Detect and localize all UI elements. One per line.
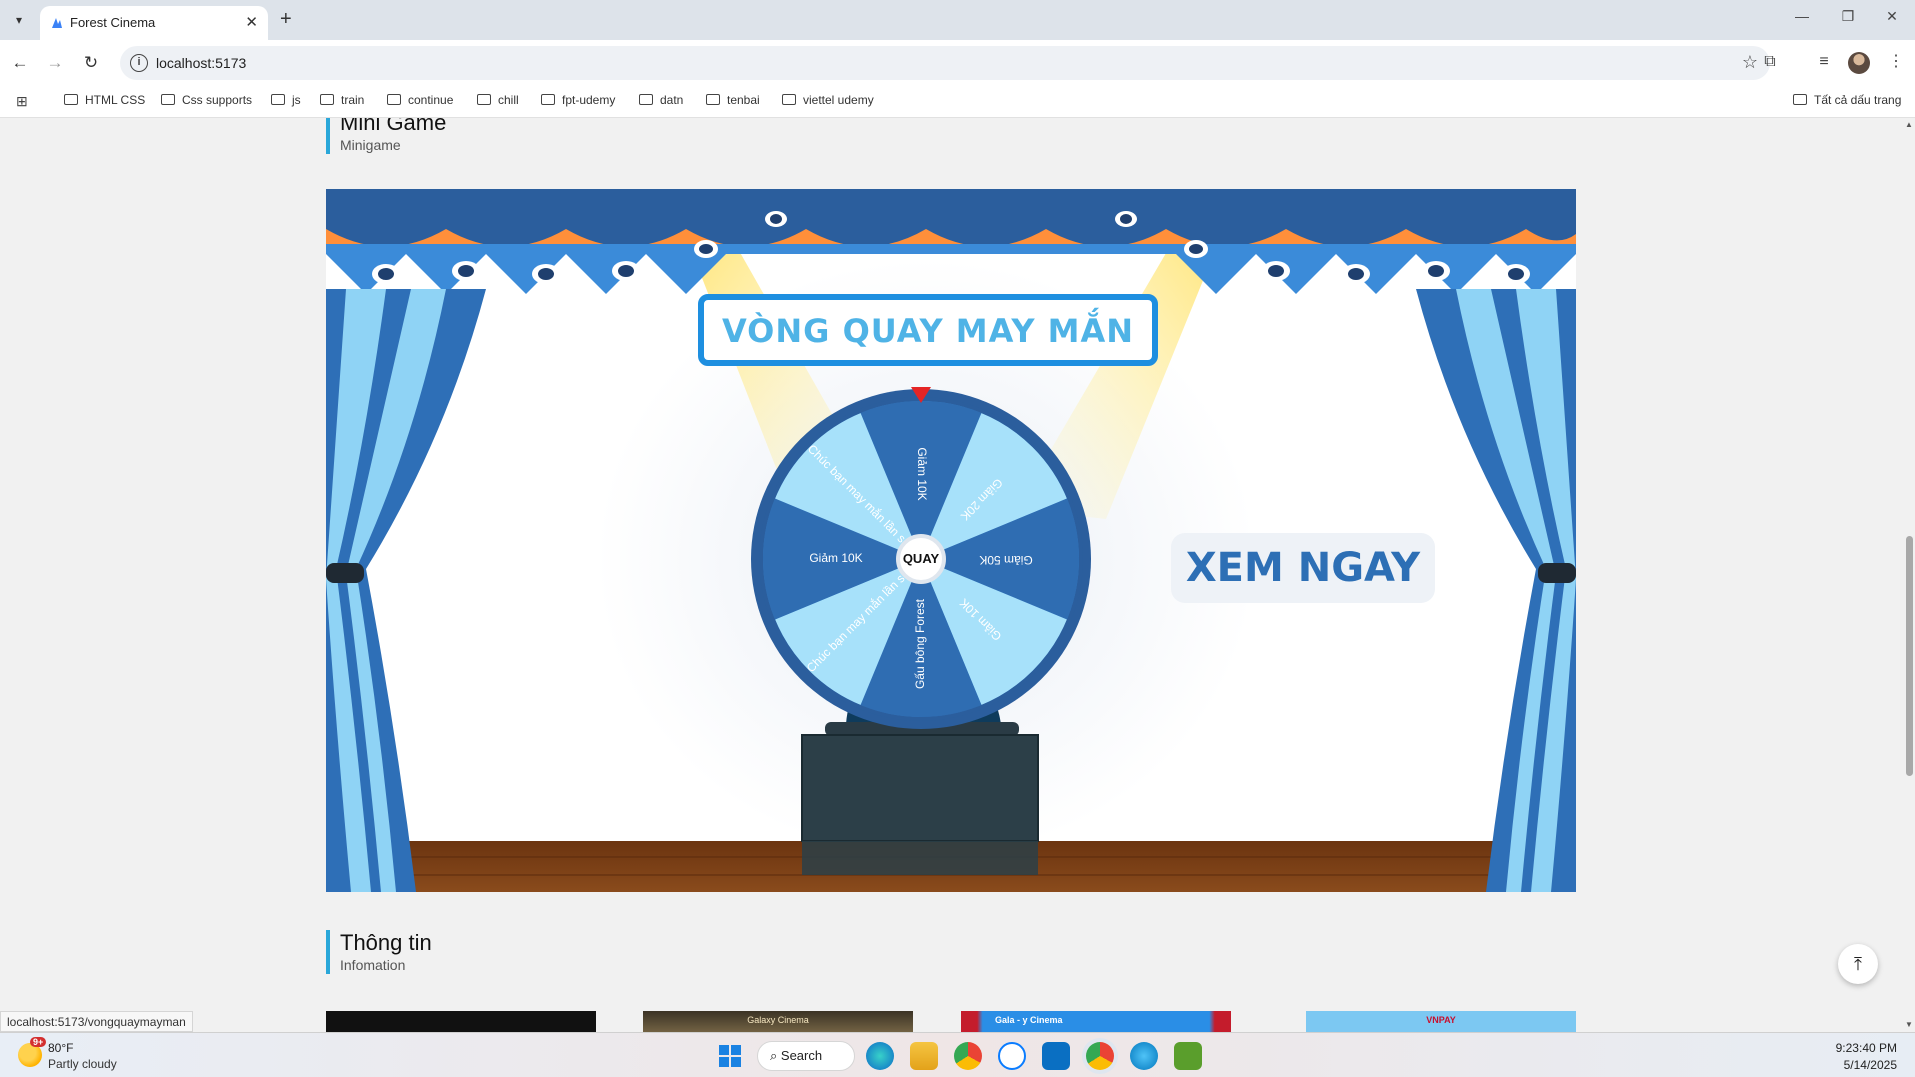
info-thumbnail[interactable]: [326, 1011, 596, 1032]
browser-toolbar: ← → ↻ i localhost:5173 ☆ ⧉ ≡ ⋮: [0, 40, 1915, 86]
weather-description[interactable]: Partly cloudy: [48, 1057, 117, 1071]
tab-strip: ▾ Forest Cinema ✕ + — ❐ ✕: [0, 0, 1915, 40]
chrome-active-icon[interactable]: [1086, 1042, 1114, 1070]
back-arrow-icon[interactable]: ←: [7, 50, 33, 76]
extensions-puzzle-icon[interactable]: ⧉: [1758, 50, 1782, 74]
restore-icon[interactable]: ❐: [1828, 8, 1868, 25]
app-icon[interactable]: [1130, 1042, 1158, 1070]
bookmark-folder[interactable]: Css supports: [161, 93, 252, 107]
wheel-heading: VÒNG QUAY MAY MẮN: [721, 312, 1135, 350]
minigame-section-header: Mini Game Minigame: [326, 118, 446, 154]
folder-icon: [639, 94, 653, 105]
lucky-wheel-banner[interactable]: Giảm 10K Giảm 20K Giảm 50K Giảm 10K Gấu bông…: [326, 189, 1576, 892]
info-thumbnail[interactable]: Galaxy Cinema: [643, 1011, 913, 1032]
wheel-segment-label: Giảm 10K: [915, 447, 929, 500]
bookmark-folder[interactable]: HTML CSS: [64, 93, 145, 107]
wheel-pedestal: [801, 734, 1039, 842]
wheel-segment-label: Giảm 50K: [979, 553, 1032, 567]
folder-icon: [477, 94, 491, 105]
bookmark-folder[interactable]: viettel udemy: [782, 93, 874, 107]
spin-button[interactable]: QUAY: [896, 534, 946, 584]
bookmark-folder[interactable]: chill: [477, 93, 519, 107]
scroll-thumb[interactable]: [1906, 536, 1913, 776]
taskbar: 9+ 80°F Partly cloudy ⌕ Search 9:23:40 P…: [0, 1032, 1915, 1077]
wheel-heading-box: VÒNG QUAY MAY MẮN: [698, 294, 1158, 366]
folder-icon: [1793, 94, 1807, 105]
folder-icon: [271, 94, 285, 105]
media-control-icon[interactable]: ≡: [1812, 50, 1836, 74]
window-close-icon[interactable]: ✕: [1872, 8, 1912, 25]
all-bookmarks[interactable]: Tất cả dấu trang: [1793, 93, 1901, 107]
weather-temperature[interactable]: 80°F: [48, 1041, 73, 1055]
forest-cinema-favicon-icon: [52, 18, 62, 28]
profile-avatar[interactable]: [1848, 52, 1870, 74]
folder-icon: [320, 94, 334, 105]
scroll-down-arrow-icon[interactable]: ▼: [1905, 1020, 1913, 1029]
section-title: Thông tin: [340, 930, 432, 955]
close-tab-icon[interactable]: ✕: [245, 13, 258, 31]
windows-start-icon[interactable]: [716, 1042, 744, 1070]
weather-notification-badge: 9+: [30, 1037, 47, 1047]
folder-icon: [64, 94, 78, 105]
new-tab-plus-icon[interactable]: +: [280, 8, 292, 31]
app-icon[interactable]: [1174, 1042, 1202, 1070]
clock-date[interactable]: 5/14/2025: [1844, 1058, 1897, 1072]
folder-icon: [387, 94, 401, 105]
vscode-icon[interactable]: [1042, 1042, 1070, 1070]
wheel-segment-label: Gấu bông Forest: [913, 598, 927, 689]
spin-label: QUAY: [902, 551, 940, 566]
xem-ngay-label: XEM NGAY: [1185, 545, 1421, 591]
tab-title: Forest Cinema: [70, 15, 156, 30]
minimize-icon[interactable]: —: [1782, 8, 1822, 24]
scroll-to-top-button[interactable]: ⤒: [1838, 944, 1878, 984]
bookmark-folder[interactable]: fpt-udemy: [541, 93, 615, 107]
bookmark-folder[interactable]: train: [320, 93, 364, 107]
section-title: Mini Game: [340, 118, 447, 135]
xem-ngay-button[interactable]: XEM NGAY: [1171, 533, 1435, 603]
zalo-icon[interactable]: [998, 1042, 1026, 1070]
forward-arrow-icon[interactable]: →: [42, 50, 68, 76]
reload-icon[interactable]: ↻: [78, 50, 104, 76]
bookmark-folder[interactable]: tenbai: [706, 93, 760, 107]
folder-icon: [706, 94, 720, 105]
folder-icon: [782, 94, 796, 105]
apps-grid-icon[interactable]: ⊞: [16, 94, 31, 109]
bookmark-star-icon[interactable]: ☆: [1742, 52, 1758, 73]
arrow-up-to-line-icon: ⤒: [1854, 954, 1862, 974]
taskbar-search[interactable]: ⌕ Search: [757, 1041, 855, 1071]
page-viewport: Mini Game Minigame Giảm 10K Giảm 20K Giả…: [0, 118, 1904, 1032]
wheel-segment-label: Giảm 10K: [809, 551, 862, 565]
chrome-icon[interactable]: [954, 1042, 982, 1070]
site-info-icon[interactable]: i: [130, 54, 148, 72]
folder-icon: [541, 94, 555, 105]
search-icon: ⌕: [770, 1048, 781, 1063]
url-text[interactable]: localhost:5173: [156, 55, 246, 71]
link-status-bubble: localhost:5173/vongquaymayman: [0, 1011, 193, 1032]
info-thumbnail[interactable]: Gala - y Cinema: [961, 1011, 1231, 1032]
edge-browser-icon[interactable]: [866, 1042, 894, 1070]
info-section-header: Thông tin Infomation: [326, 930, 432, 974]
bookmark-folder[interactable]: datn: [639, 93, 683, 107]
folder-icon: [161, 94, 175, 105]
section-subtitle: Minigame: [340, 137, 401, 153]
tab-search-chevron-icon[interactable]: ▾: [8, 9, 30, 31]
page-scrollbar[interactable]: ▲ ▼: [1904, 118, 1915, 1032]
bookmark-folder[interactable]: continue: [387, 93, 453, 107]
scroll-up-arrow-icon[interactable]: ▲: [1905, 120, 1913, 129]
browser-menu-kebab-icon[interactable]: ⋮: [1884, 50, 1908, 74]
browser-tab[interactable]: Forest Cinema ✕: [40, 6, 268, 40]
bookmark-folder[interactable]: js: [271, 93, 301, 107]
info-thumbnail[interactable]: VNPAY: [1306, 1011, 1576, 1032]
address-bar[interactable]: i localhost:5173 ☆: [120, 46, 1770, 80]
clock-time[interactable]: 9:23:40 PM: [1836, 1041, 1897, 1055]
bookmarks-bar: ⊞ HTML CSS Css supports js train continu…: [0, 86, 1915, 118]
file-explorer-icon[interactable]: [910, 1042, 938, 1070]
section-subtitle: Infomation: [340, 957, 406, 973]
